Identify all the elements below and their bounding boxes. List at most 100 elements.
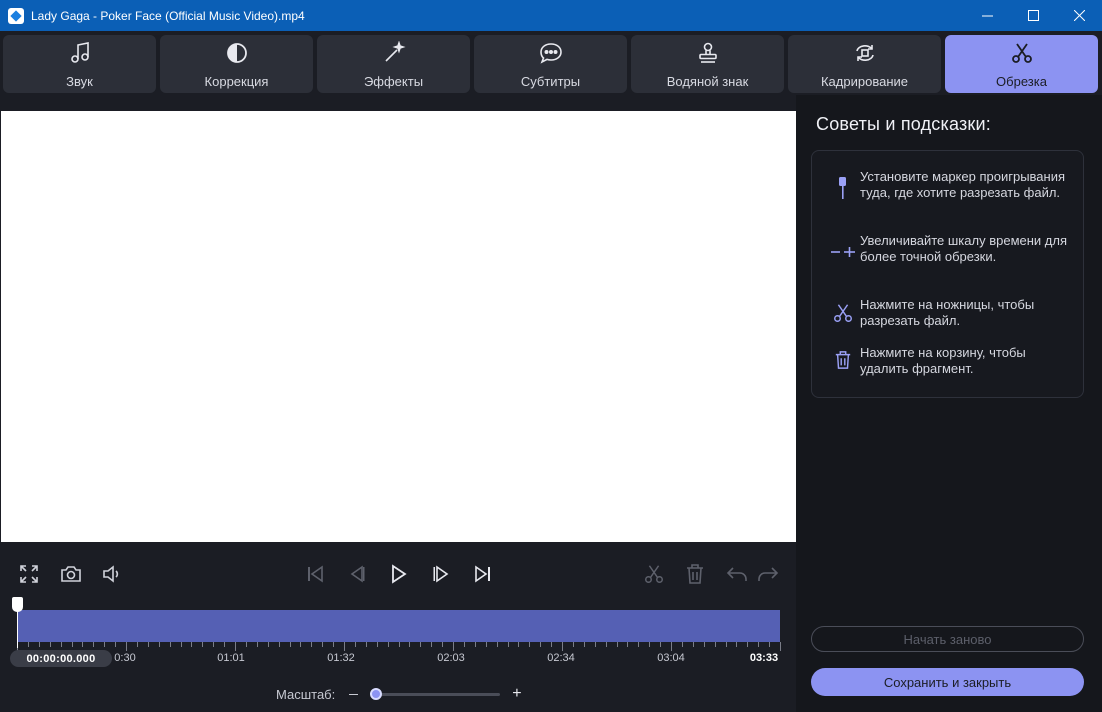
play-icon: [392, 564, 407, 584]
timeline-tick: [442, 642, 443, 647]
tab-watermark[interactable]: Водяной знак: [631, 35, 784, 93]
redo-button[interactable]: [751, 556, 785, 592]
timeline-tick: [50, 642, 51, 647]
tab-crop[interactable]: Кадрирование: [788, 35, 941, 93]
timeline-tick: [213, 642, 214, 647]
trash-icon: [687, 564, 703, 584]
timeline-tick: [28, 642, 29, 647]
zoom-slider-handle[interactable]: [370, 687, 383, 700]
skip-end-button[interactable]: [466, 556, 500, 592]
save-and-close-button[interactable]: Сохранить и закрыть: [811, 668, 1084, 696]
timeline-tick: [671, 642, 672, 651]
timeline-tick: [540, 642, 541, 647]
timeline-tick-label: 03:04: [657, 652, 685, 664]
zoom-slider[interactable]: [370, 687, 501, 700]
delete-button[interactable]: [678, 556, 712, 592]
tab-label: Субтитры: [520, 74, 581, 89]
timeline-tick: [39, 642, 40, 647]
zoom-in-icon[interactable]: +: [512, 686, 521, 702]
title-bar: Lady Gaga - Poker Face (Official Music V…: [0, 0, 1102, 31]
scissors-icon: [645, 565, 663, 583]
timeline-tick: [475, 642, 476, 647]
maximize-button[interactable]: [1010, 0, 1056, 31]
timeline-tick: [377, 642, 378, 647]
magic-wand-icon: [381, 40, 407, 66]
undo-icon: [726, 567, 747, 581]
timeline-tick: [235, 642, 236, 651]
fullscreen-button[interactable]: [12, 556, 46, 592]
timeline-tick: [191, 642, 192, 647]
timeline-tick: [290, 642, 291, 647]
close-button[interactable]: [1056, 0, 1102, 31]
timeline-tick: [518, 642, 519, 647]
tab-effects[interactable]: Эффекты: [317, 35, 470, 93]
timeline-tick: [627, 642, 628, 647]
restart-button[interactable]: Начать заново: [811, 626, 1084, 652]
play-button[interactable]: [381, 556, 415, 592]
player-controls: [0, 556, 796, 594]
timeline-tick: [682, 642, 683, 647]
prev-frame-icon: [350, 565, 365, 583]
timeline-tick: [93, 642, 94, 647]
timeline-tick-label: 0:30: [114, 652, 136, 664]
next-frame-icon: [433, 565, 449, 583]
tips-title: Советы и подсказки:: [816, 114, 991, 134]
tab-subtitles[interactable]: Субтитры: [474, 35, 627, 93]
tab-sound[interactable]: Звук: [3, 35, 156, 93]
tips-panel: Советы и подсказки: Установите маркер пр…: [796, 95, 1102, 712]
playhead-line: [17, 610, 18, 648]
timeline-tick: [181, 642, 182, 647]
zoom-out-icon[interactable]: [349, 693, 359, 695]
timeline-tick: [159, 642, 160, 647]
fullscreen-icon: [20, 565, 38, 583]
current-time-badge: 00:00:00.000: [10, 650, 112, 667]
timeline-tick-label: 02:34: [547, 652, 575, 664]
cut-button[interactable]: [637, 556, 671, 592]
timeline-tick: [126, 642, 127, 651]
timeline-ruler: [17, 642, 781, 652]
undo-button[interactable]: [720, 556, 754, 592]
minimize-icon: [981, 15, 993, 17]
timeline-tick: [300, 642, 301, 647]
window-controls: [964, 0, 1102, 31]
timeline-tick: [72, 642, 73, 647]
snapshot-button[interactable]: [54, 556, 88, 592]
tip-item: Установите маркер проигрывания туда, где…: [828, 169, 1078, 203]
timeline-tick: [344, 642, 345, 651]
tool-tabs: Звук Коррекция Эффекты Субтитры Водяной …: [0, 31, 1102, 95]
timeline-tick-label: 01:32: [327, 652, 355, 664]
marker-icon: [828, 169, 858, 203]
timeline-tick: [584, 642, 585, 647]
timeline-track[interactable]: [17, 610, 780, 642]
timeline-tick: [529, 642, 530, 647]
tips-box: Установите маркер проигрывания туда, где…: [811, 150, 1084, 398]
timeline-tick: [638, 642, 639, 647]
video-preview[interactable]: [1, 111, 796, 542]
minimize-button[interactable]: [964, 0, 1010, 31]
timeline-tick: [780, 642, 781, 651]
timeline-tick: [497, 642, 498, 647]
timeline-tick-label: 01:01: [217, 652, 245, 664]
timeline-tick: [747, 642, 748, 647]
timeline-tick: [333, 642, 334, 647]
next-frame-button[interactable]: [424, 556, 458, 592]
timeline-tick: [82, 642, 83, 647]
tab-trim[interactable]: Обрезка: [945, 35, 1098, 93]
contrast-icon: [224, 40, 250, 66]
tab-correction[interactable]: Коррекция: [160, 35, 313, 93]
timeline-tick: [486, 642, 487, 647]
tip-item: Нажмите на корзину, чтобы удалить фрагме…: [828, 345, 1078, 377]
prev-frame-button[interactable]: [340, 556, 374, 592]
timeline-tick: [715, 642, 716, 647]
speech-bubble-icon: [538, 40, 564, 66]
timeline-tick: [508, 642, 509, 647]
timeline-tick: [366, 642, 367, 647]
timeline-tick-label: 03:33: [749, 652, 779, 664]
timeline-tick: [704, 642, 705, 647]
playhead-marker[interactable]: [12, 597, 23, 612]
timeline-tick: [137, 642, 138, 647]
volume-button[interactable]: [95, 556, 129, 592]
zoom-label: Масштаб:: [276, 686, 336, 702]
tip-item: Увеличивайте шкалу времени для более точ…: [828, 233, 1078, 265]
skip-start-button[interactable]: [298, 556, 332, 592]
